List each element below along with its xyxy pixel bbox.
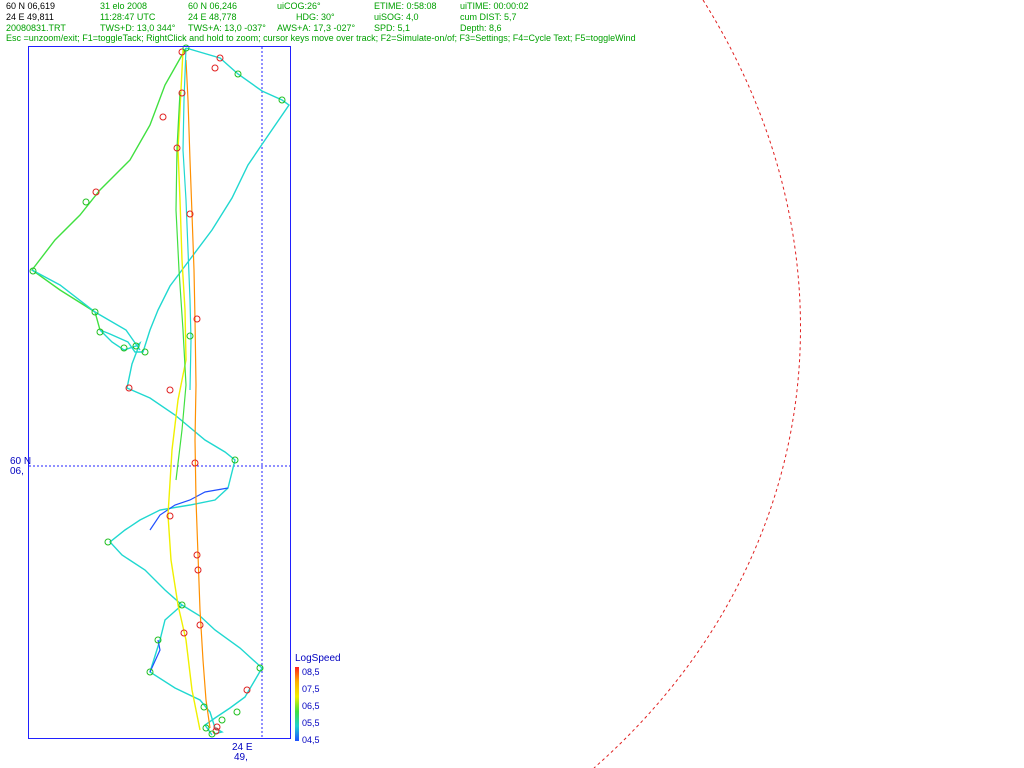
legend-label: 08,5 (302, 667, 320, 677)
plot-frame (28, 46, 291, 739)
legend-label: 04,5 (302, 735, 320, 745)
legend-title: LogSpeed (295, 653, 341, 664)
lon-axis-minutes: 49, (234, 752, 248, 763)
legend-label: 06,5 (302, 701, 320, 711)
wind-arc (593, 0, 801, 768)
lat-axis-minutes: 06, (10, 466, 24, 477)
legend-color-bar (295, 667, 299, 741)
legend-label: 05,5 (302, 718, 320, 728)
legend-label: 07,5 (302, 684, 320, 694)
